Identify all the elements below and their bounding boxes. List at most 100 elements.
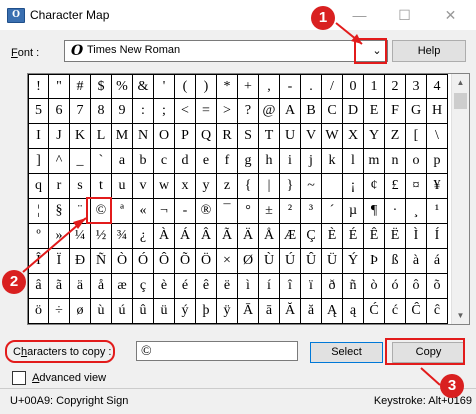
character-cell[interactable]: t: [91, 174, 112, 199]
character-cell[interactable]: þ: [196, 299, 217, 324]
character-cell[interactable]: Ó: [133, 249, 154, 274]
character-cell[interactable]: Q: [196, 124, 217, 149]
character-cell[interactable]: _: [70, 149, 91, 174]
character-cell[interactable]: Ò: [112, 249, 133, 274]
character-cell[interactable]: Ú: [280, 249, 301, 274]
character-cell[interactable]: ¦: [28, 199, 49, 224]
character-cell[interactable]: í: [259, 274, 280, 299]
character-cell[interactable]: É: [343, 224, 364, 249]
character-cell[interactable]: ú: [112, 299, 133, 324]
character-cell[interactable]: #: [70, 74, 91, 99]
character-cell[interactable]: k: [322, 149, 343, 174]
scroll-up-icon[interactable]: ▲: [452, 74, 469, 91]
character-cell[interactable]: ½: [91, 224, 112, 249]
character-cell[interactable]: [: [406, 124, 427, 149]
character-cell[interactable]: Ç: [301, 224, 322, 249]
character-cell[interactable]: °: [238, 199, 259, 224]
character-cell[interactable]: L: [91, 124, 112, 149]
character-cell[interactable]: p: [427, 149, 448, 174]
character-cell[interactable]: Î: [28, 249, 49, 274]
character-cell[interactable]: »: [49, 224, 70, 249]
character-cell[interactable]: ê: [196, 274, 217, 299]
character-cell[interactable]: ¶: [364, 199, 385, 224]
character-cell[interactable]: T: [259, 124, 280, 149]
character-cell[interactable]: d: [175, 149, 196, 174]
character-cell[interactable]: è: [154, 274, 175, 299]
character-cell[interactable]: K: [70, 124, 91, 149]
font-dropdown[interactable]: O Times New Roman ⌄: [64, 40, 388, 62]
character-cell[interactable]: /: [322, 74, 343, 99]
character-cell[interactable]: C: [322, 99, 343, 124]
character-cell[interactable]: *: [217, 74, 238, 99]
character-cell[interactable]: ã: [49, 274, 70, 299]
character-cell[interactable]: ¬: [154, 199, 175, 224]
character-cell[interactable]: é: [175, 274, 196, 299]
advanced-view-checkbox[interactable]: [12, 371, 26, 385]
character-cell[interactable]: I: [28, 124, 49, 149]
character-cell[interactable]: i: [280, 149, 301, 174]
character-cell[interactable]: Ì: [406, 224, 427, 249]
character-cell[interactable]: ¡: [343, 174, 364, 199]
character-cell[interactable]: W: [322, 124, 343, 149]
character-cell[interactable]: r: [49, 174, 70, 199]
character-cell[interactable]: Õ: [175, 249, 196, 274]
character-cell[interactable]: {: [238, 174, 259, 199]
character-cell[interactable]: O: [154, 124, 175, 149]
character-cell[interactable]: |: [259, 174, 280, 199]
character-cell[interactable]: å: [91, 274, 112, 299]
character-cell[interactable]: ð: [322, 274, 343, 299]
character-cell[interactable]: ĉ: [427, 299, 448, 324]
character-cell[interactable]: ¸: [406, 199, 427, 224]
character-cell[interactable]: µ: [343, 199, 364, 224]
character-cell[interactable]: ~: [301, 174, 322, 199]
character-cell[interactable]: ø: [70, 299, 91, 324]
character-cell[interactable]: e: [196, 149, 217, 174]
scroll-down-icon[interactable]: ▼: [452, 307, 469, 324]
character-cell[interactable]: ā: [259, 299, 280, 324]
character-cell[interactable]: 0: [343, 74, 364, 99]
character-cell[interactable]: ^: [49, 149, 70, 174]
character-cell[interactable]: Á: [175, 224, 196, 249]
scroll-thumb[interactable]: [454, 93, 467, 109]
character-cell[interactable]: ă: [301, 299, 322, 324]
character-cell[interactable]: Þ: [364, 249, 385, 274]
character-cell[interactable]: }: [280, 174, 301, 199]
character-cell[interactable]: ä: [70, 274, 91, 299]
character-cell[interactable]: §: [49, 199, 70, 224]
character-cell[interactable]: P: [175, 124, 196, 149]
character-cell[interactable]: ,: [259, 74, 280, 99]
character-cell[interactable]: A: [280, 99, 301, 124]
character-cell[interactable]: î: [280, 274, 301, 299]
character-cell[interactable]: `: [91, 149, 112, 174]
character-cell[interactable]: =: [196, 99, 217, 124]
character-cell[interactable]: +: [238, 74, 259, 99]
character-cell[interactable]: ó: [385, 274, 406, 299]
character-cell[interactable]: ö: [28, 299, 49, 324]
character-cell[interactable]: Ă: [280, 299, 301, 324]
character-cell[interactable]: [322, 174, 343, 199]
character-cell[interactable]: .: [301, 74, 322, 99]
character-cell[interactable]: À: [154, 224, 175, 249]
character-cell[interactable]: â: [28, 274, 49, 299]
character-cell[interactable]: Ø: [238, 249, 259, 274]
character-cell[interactable]: ¯: [217, 199, 238, 224]
character-cell[interactable]: ÿ: [217, 299, 238, 324]
minimize-button[interactable]: —: [337, 2, 382, 28]
character-cell[interactable]: 2: [385, 74, 406, 99]
character-cell[interactable]: ³: [301, 199, 322, 224]
character-cell[interactable]: ®: [196, 199, 217, 224]
character-cell[interactable]: ): [196, 74, 217, 99]
character-cell[interactable]: 3: [406, 74, 427, 99]
character-cell[interactable]: U: [280, 124, 301, 149]
character-cell[interactable]: q: [28, 174, 49, 199]
character-cell[interactable]: ñ: [343, 274, 364, 299]
character-cell[interactable]: j: [301, 149, 322, 174]
character-cell[interactable]: n: [385, 149, 406, 174]
character-cell[interactable]: :: [133, 99, 154, 124]
character-cell[interactable]: <: [175, 99, 196, 124]
character-cell[interactable]: ]: [28, 149, 49, 174]
maximize-button[interactable]: ☐: [382, 2, 427, 28]
character-cell[interactable]: ¿: [133, 224, 154, 249]
character-cell[interactable]: $: [91, 74, 112, 99]
character-cell[interactable]: !: [28, 74, 49, 99]
